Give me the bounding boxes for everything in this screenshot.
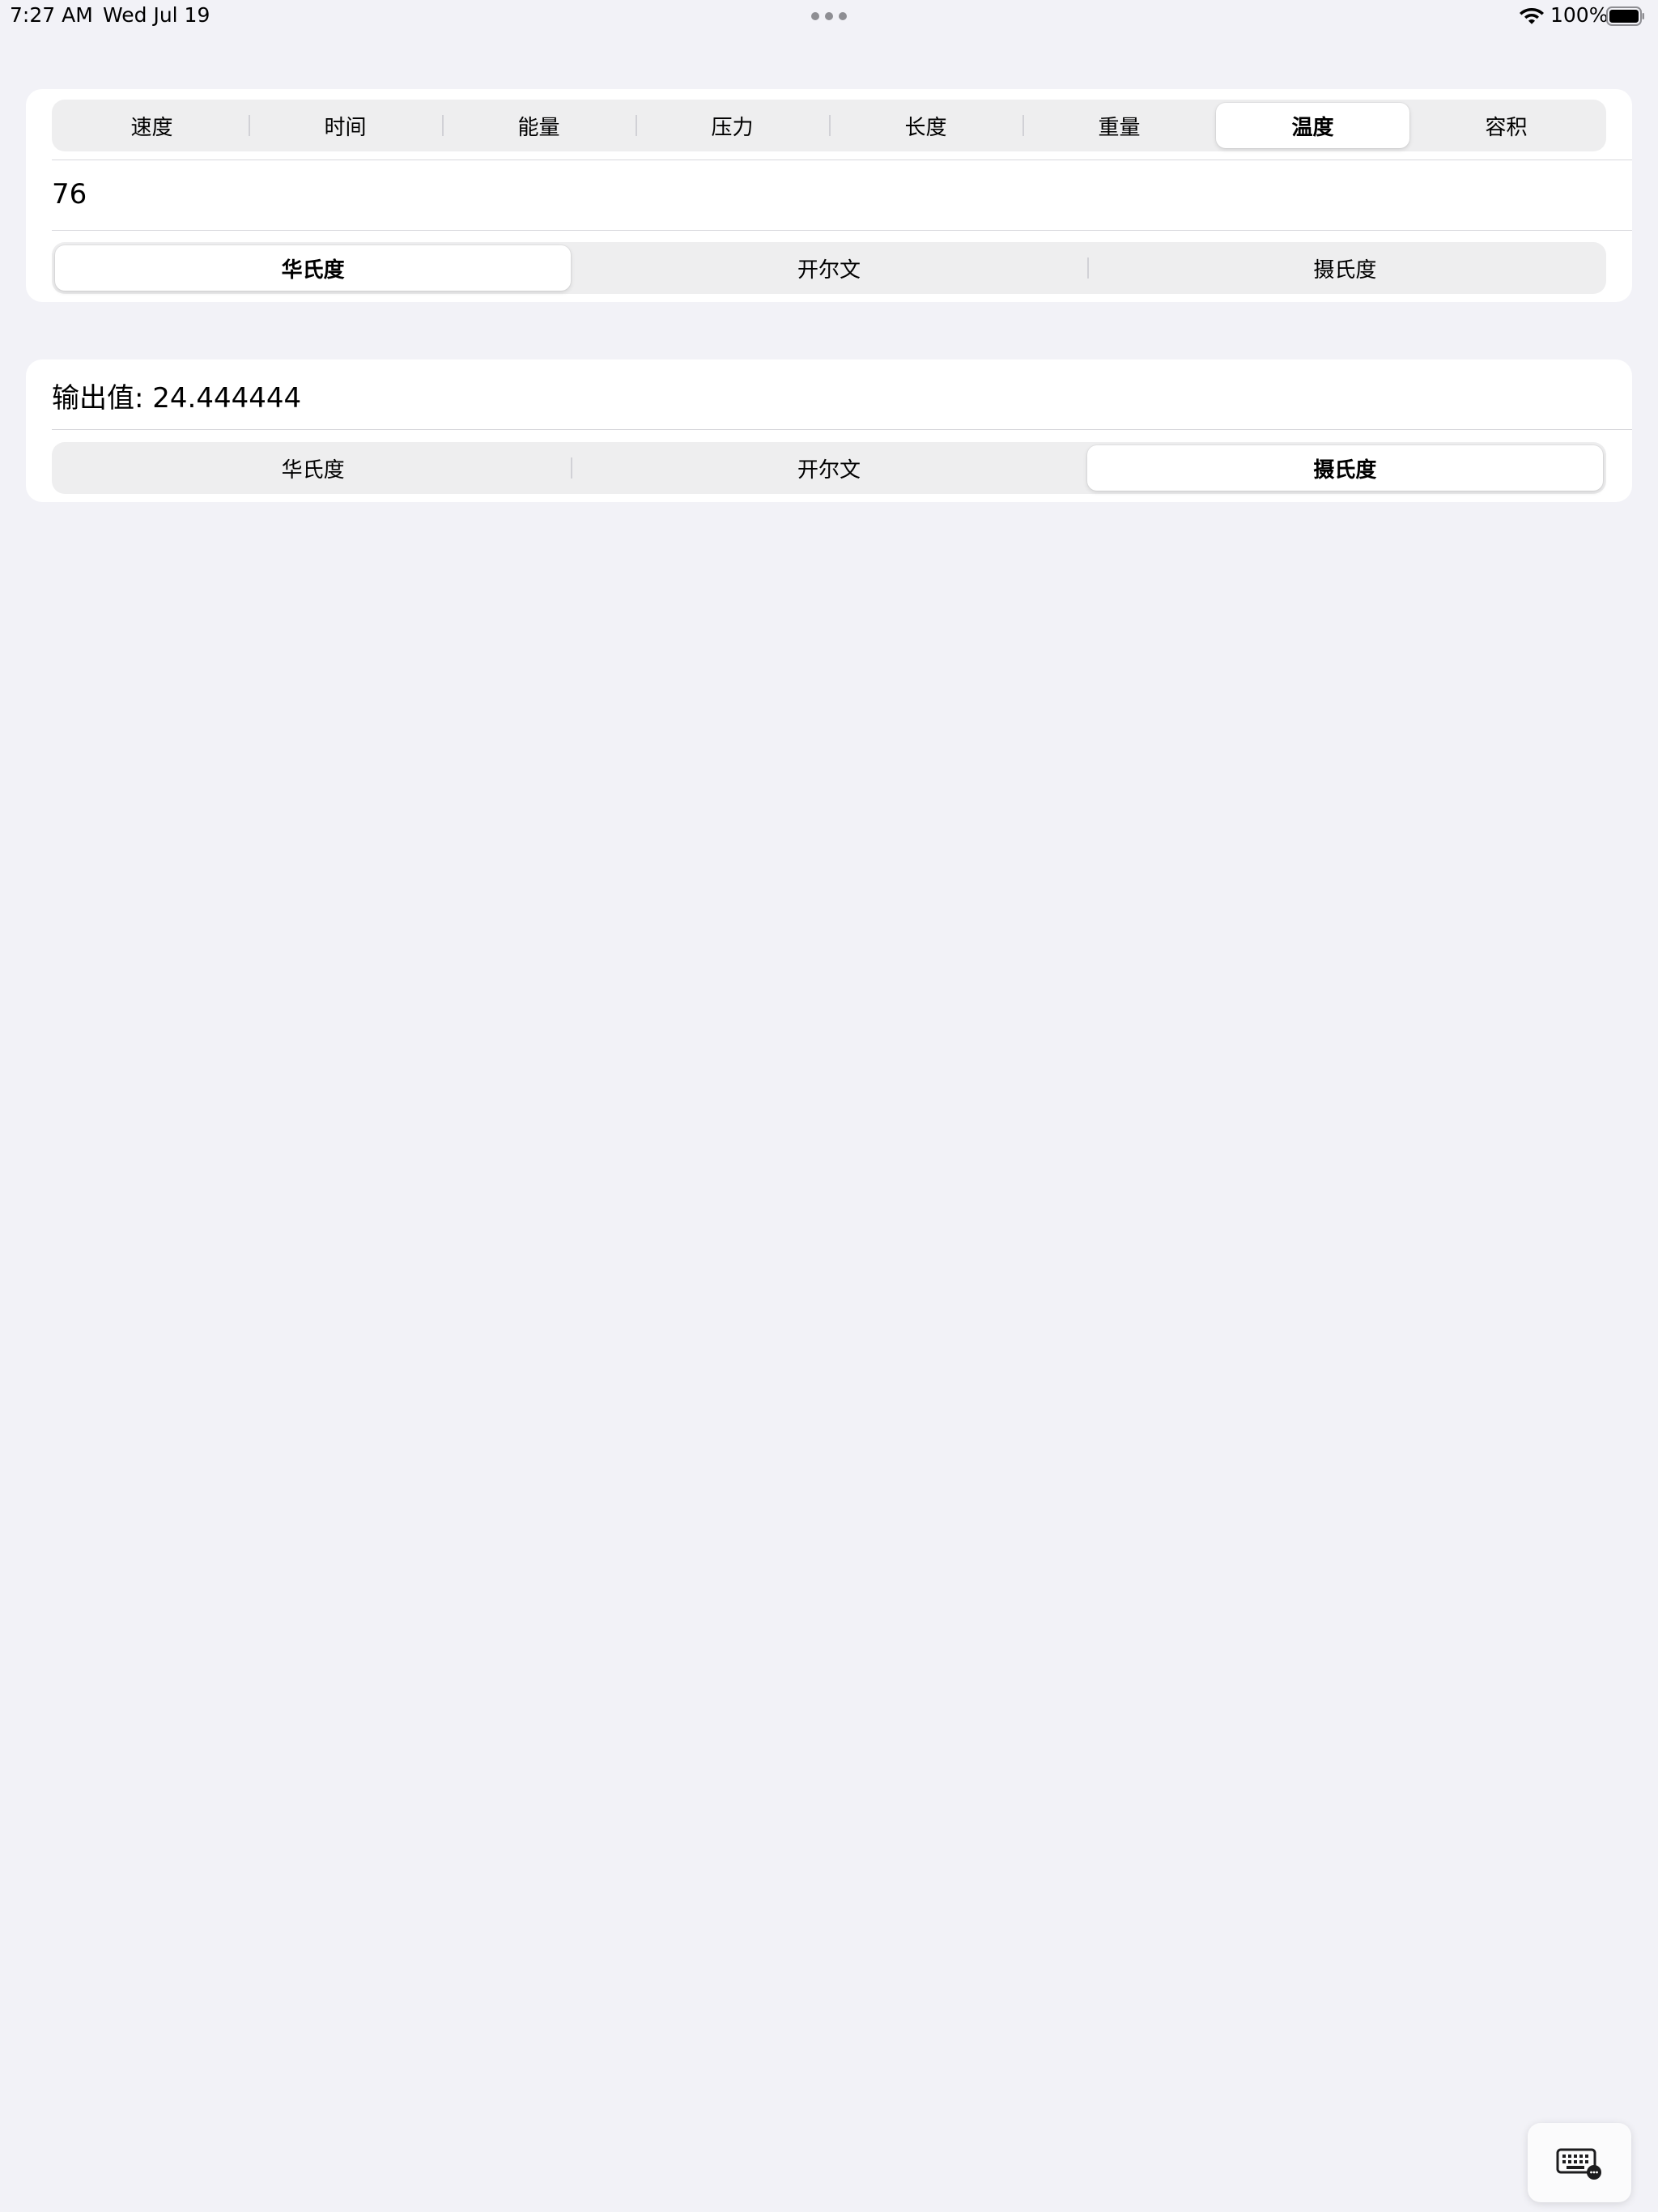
tab-temperature[interactable]: 温度 xyxy=(1216,103,1409,148)
tab-time[interactable]: 时间 xyxy=(249,103,442,148)
input-unit-kelvin[interactable]: 开尔文 xyxy=(571,245,1086,291)
category-segmented-control: 速度 时间 能量 压力 长度 重量 温度 容积 xyxy=(52,100,1606,151)
value-input[interactable]: 76 xyxy=(52,178,87,211)
divider xyxy=(52,429,1632,430)
tab-energy[interactable]: 能量 xyxy=(442,103,636,148)
status-bar: 7:27 AM Wed Jul 19 100% xyxy=(0,0,1658,36)
battery-icon xyxy=(1606,6,1644,26)
status-date: Wed Jul 19 xyxy=(103,3,210,27)
status-time: 7:27 AM xyxy=(10,3,93,27)
input-card: 速度 时间 能量 压力 长度 重量 温度 容积 76 华氏度 开尔文 摄氏度 xyxy=(26,89,1632,302)
wifi-icon xyxy=(1520,8,1544,24)
input-unit-celsius[interactable]: 摄氏度 xyxy=(1086,245,1603,291)
output-value: 输出值: 24.444444 xyxy=(52,382,302,415)
keyboard-icon xyxy=(1556,2148,1601,2180)
input-unit-fahrenheit[interactable]: 华氏度 xyxy=(55,245,572,291)
tab-speed[interactable]: 速度 xyxy=(55,103,249,148)
output-unit-celsius[interactable]: 摄氏度 xyxy=(1086,445,1603,491)
output-card: 输出值: 24.444444 华氏度 开尔文 摄氏度 xyxy=(26,359,1632,502)
tab-length[interactable]: 长度 xyxy=(829,103,1022,148)
output-unit-segmented-control: 华氏度 开尔文 摄氏度 xyxy=(52,442,1606,494)
input-unit-segmented-control: 华氏度 开尔文 摄氏度 xyxy=(52,242,1606,294)
divider xyxy=(52,230,1632,231)
output-unit-fahrenheit[interactable]: 华氏度 xyxy=(55,445,571,491)
output-unit-kelvin[interactable]: 开尔文 xyxy=(571,445,1086,491)
ellipsis-icon[interactable] xyxy=(811,12,847,20)
tab-volume[interactable]: 容积 xyxy=(1409,103,1603,148)
tab-weight[interactable]: 重量 xyxy=(1022,103,1216,148)
battery-percent: 100% xyxy=(1550,3,1609,27)
tab-pressure[interactable]: 压力 xyxy=(636,103,829,148)
keyboard-button[interactable] xyxy=(1528,2123,1631,2202)
